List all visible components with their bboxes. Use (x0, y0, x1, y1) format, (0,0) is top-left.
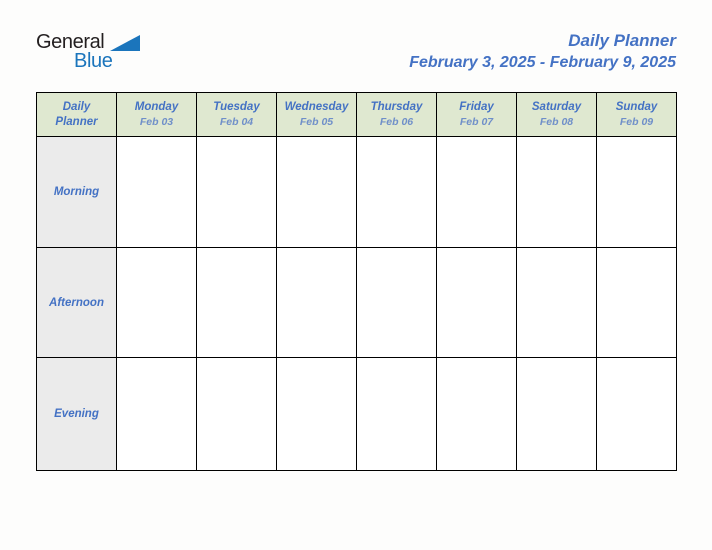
slot-evening-friday[interactable] (436, 357, 517, 471)
slot-morning-friday[interactable] (436, 136, 517, 248)
slot-afternoon-wednesday[interactable] (276, 247, 357, 358)
slot-morning-thursday[interactable] (356, 136, 437, 248)
slot-morning-saturday[interactable] (516, 136, 597, 248)
slot-evening-tuesday[interactable] (196, 357, 277, 471)
day-date: Feb 04 (219, 115, 254, 128)
logo-triangle-icon (110, 35, 140, 51)
slot-evening-wednesday[interactable] (276, 357, 357, 471)
day-date: Feb 07 (459, 115, 494, 128)
daily-planner-page: General Blue Daily Planner February 3, 2… (0, 0, 712, 550)
day-date: Feb 03 (139, 115, 174, 128)
corner-line-2: Planner (55, 115, 98, 128)
day-name: Thursday (370, 100, 423, 113)
date-range-label: February 3, 2025 - February 9, 2025 (409, 54, 676, 71)
day-date: Feb 08 (539, 115, 574, 128)
corner-line-1: Daily (62, 100, 91, 113)
slot-morning-monday[interactable] (116, 136, 197, 248)
column-header-friday: Friday Feb 07 (436, 92, 517, 137)
day-name: Saturday (531, 100, 582, 113)
column-header-tuesday: Tuesday Feb 04 (196, 92, 277, 137)
header-titles: Daily Planner February 3, 2025 - Februar… (409, 30, 676, 74)
day-date: Feb 05 (299, 115, 334, 128)
column-header-thursday: Thursday Feb 06 (356, 92, 437, 137)
slot-evening-sunday[interactable] (596, 357, 677, 471)
day-name: Friday (459, 100, 494, 113)
table-header-row: Daily Planner Monday Feb 03 Tuesday Feb … (36, 92, 677, 137)
slot-afternoon-thursday[interactable] (356, 247, 437, 358)
day-date: Feb 09 (619, 115, 654, 128)
column-header-sunday: Sunday Feb 09 (596, 92, 677, 137)
slot-evening-thursday[interactable] (356, 357, 437, 471)
general-blue-logo: General Blue (36, 32, 156, 82)
slot-afternoon-saturday[interactable] (516, 247, 597, 358)
row-label-afternoon: Afternoon (36, 247, 117, 358)
logo-word-blue: Blue (74, 50, 113, 72)
header-corner-cell: Daily Planner (36, 92, 117, 137)
column-header-saturday: Saturday Feb 08 (516, 92, 597, 137)
row-label-morning: Morning (36, 136, 117, 248)
day-name: Sunday (615, 100, 658, 113)
page-header: General Blue Daily Planner February 3, 2… (36, 30, 676, 86)
slot-evening-monday[interactable] (116, 357, 197, 471)
column-header-monday: Monday Feb 03 (116, 92, 197, 137)
slot-morning-sunday[interactable] (596, 136, 677, 248)
day-name: Wednesday (284, 100, 349, 113)
day-date: Feb 06 (379, 115, 414, 128)
column-header-wednesday: Wednesday Feb 05 (276, 92, 357, 137)
slot-evening-saturday[interactable] (516, 357, 597, 471)
day-name: Monday (134, 100, 179, 113)
logo-word-general: General (36, 31, 105, 53)
slot-morning-wednesday[interactable] (276, 136, 357, 248)
table-row-afternoon: Afternoon (36, 247, 677, 358)
slot-afternoon-tuesday[interactable] (196, 247, 277, 358)
slot-afternoon-monday[interactable] (116, 247, 197, 358)
table-row-evening: Evening (36, 357, 677, 471)
weekly-planner-table: Daily Planner Monday Feb 03 Tuesday Feb … (36, 92, 677, 471)
slot-morning-tuesday[interactable] (196, 136, 277, 248)
table-row-morning: Morning (36, 136, 677, 248)
slot-afternoon-friday[interactable] (436, 247, 517, 358)
slot-afternoon-sunday[interactable] (596, 247, 677, 358)
page-title: Daily Planner (568, 31, 676, 50)
day-name: Tuesday (213, 100, 260, 113)
row-label-evening: Evening (36, 357, 117, 471)
